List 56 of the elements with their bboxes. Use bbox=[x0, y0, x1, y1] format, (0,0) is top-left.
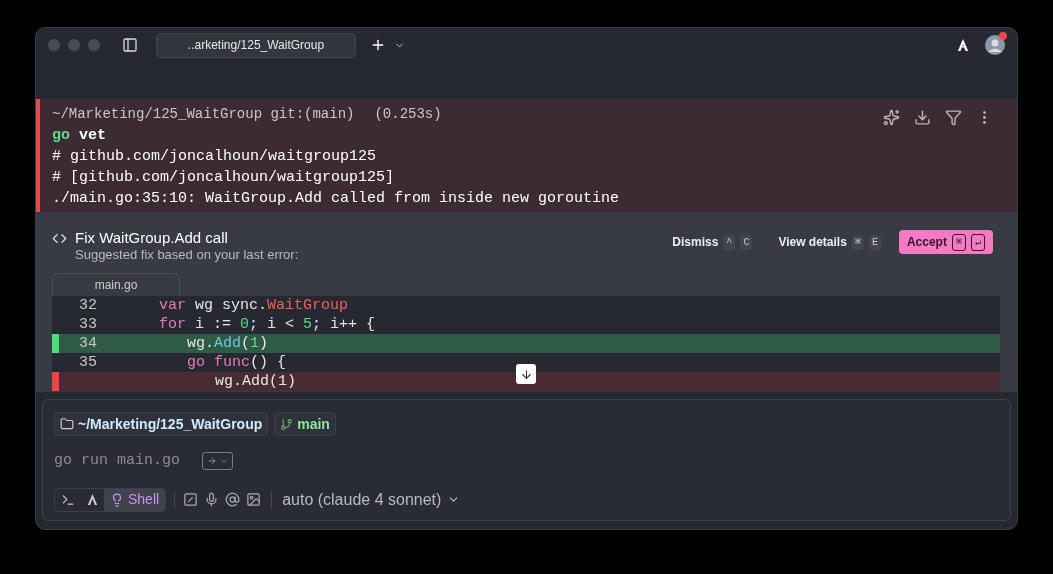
sidebar-toggle-icon[interactable] bbox=[122, 37, 138, 53]
run-dropdown[interactable] bbox=[202, 452, 233, 471]
branch-chip[interactable]: main bbox=[274, 412, 336, 436]
output-line: # github.com/joncalhoun/waitgroup125 bbox=[52, 147, 378, 167]
download-icon[interactable] bbox=[914, 109, 931, 126]
action-button[interactable]: View details ⌘ E bbox=[770, 230, 889, 254]
code-line: wg.Add(1) bbox=[214, 372, 296, 391]
terminal-icon bbox=[61, 492, 75, 507]
image-icon[interactable] bbox=[246, 492, 262, 507]
output-line: ./main.go:35:10: WaitGroup.Add called from inside new goroutine bbox=[52, 189, 621, 209]
tab[interactable]: ..arketing/125_WaitGroup bbox=[156, 32, 356, 58]
diff-marker bbox=[52, 334, 59, 353]
line-number: 32 bbox=[79, 297, 97, 314]
avatar[interactable] bbox=[985, 35, 1005, 55]
model-selector[interactable]: auto (claude 4 sonnet) bbox=[282, 487, 461, 512]
shortcut-key: C bbox=[740, 234, 753, 250]
shortcut-key: E bbox=[868, 234, 881, 250]
block-duration: (0.253s) bbox=[374, 105, 442, 124]
code-line: var wg sync.WaitGroup bbox=[158, 296, 349, 315]
folder-icon bbox=[60, 417, 74, 431]
action-button[interactable]: Dismiss ^ C bbox=[664, 230, 761, 254]
directory-chip[interactable]: ~/Marketing/125_WaitGroup bbox=[54, 412, 269, 436]
agent-icon bbox=[957, 38, 969, 52]
code-line: wg.Add(1) bbox=[186, 334, 269, 353]
output-line: # [github.com/joncalhoun/waitgroup125] bbox=[52, 168, 396, 188]
diff-marker bbox=[52, 372, 59, 391]
mention-icon[interactable] bbox=[225, 492, 241, 507]
line-number: 34 bbox=[79, 335, 97, 352]
lightbulb-icon bbox=[110, 492, 124, 507]
arrow-down-icon bbox=[519, 367, 533, 381]
line-number: 33 bbox=[79, 316, 97, 333]
suggestion-subtitle: Suggested fix based on your last error: bbox=[75, 247, 299, 263]
agent-icon bbox=[87, 493, 98, 506]
branch-icon bbox=[280, 417, 294, 431]
sparkle-icon[interactable] bbox=[883, 109, 900, 126]
microphone-icon[interactable] bbox=[204, 492, 220, 507]
command-argument: vet bbox=[79, 126, 107, 146]
filter-icon[interactable] bbox=[945, 109, 962, 126]
accept-button[interactable]: Accept ⌘ ↵ bbox=[898, 230, 993, 254]
code-line: go func() { bbox=[186, 353, 287, 372]
block-path: ~/Marketing/125_WaitGroup git:(main) bbox=[52, 105, 355, 124]
scroll-down-button[interactable] bbox=[516, 364, 536, 384]
shortcut-key: ⌘ bbox=[951, 233, 966, 251]
new-tab-icon[interactable] bbox=[370, 37, 386, 53]
command-input[interactable]: go run main.go bbox=[54, 450, 194, 473]
shortcut-key: ↵ bbox=[970, 233, 985, 251]
line-number: 35 bbox=[79, 354, 97, 371]
slash-command-icon[interactable] bbox=[183, 492, 199, 507]
arrow-right-icon bbox=[207, 456, 217, 467]
code-icon bbox=[52, 231, 67, 246]
suggestion-title: Fix WaitGroup.Add call bbox=[75, 229, 229, 247]
shell-mode-button[interactable]: Shell bbox=[104, 488, 166, 511]
shortcut-key: ⌘ bbox=[851, 234, 864, 250]
shortcut-key: ^ bbox=[723, 234, 736, 250]
command-keyword: go bbox=[52, 126, 70, 146]
code-line: for i := 0; i < 5; i++ { bbox=[158, 315, 376, 334]
